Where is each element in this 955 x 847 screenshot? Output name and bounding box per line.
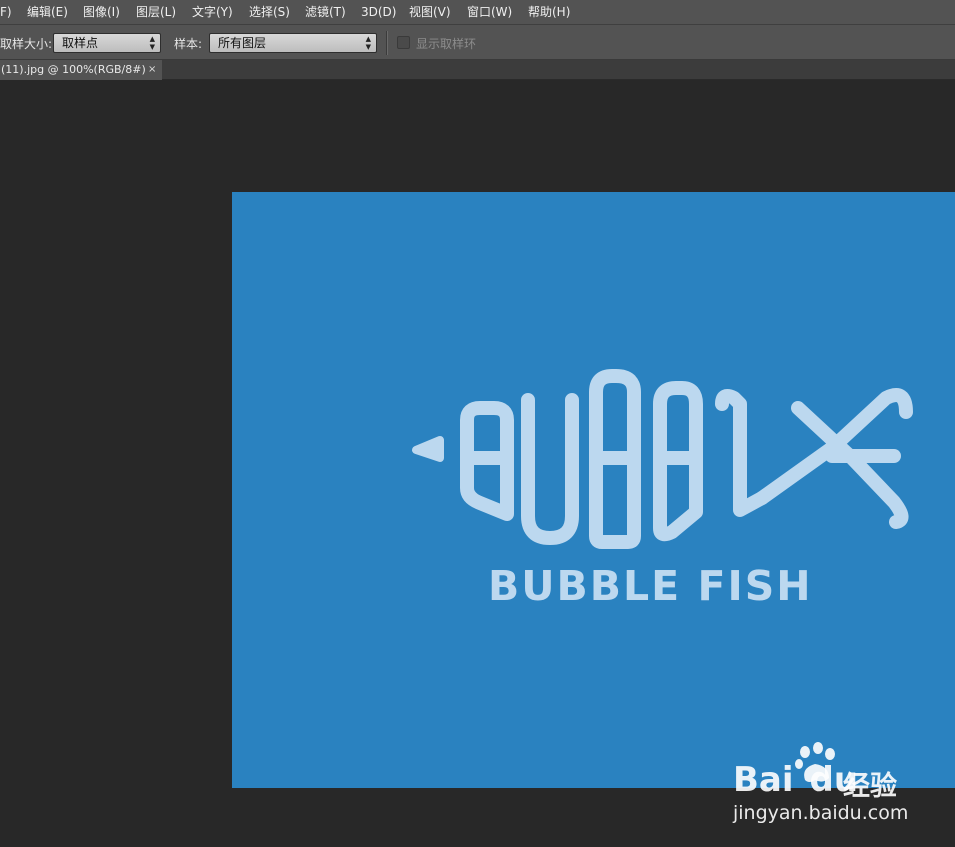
sample-value: 所有图层	[218, 36, 267, 50]
menu-layer[interactable]: 图层(L)	[136, 0, 192, 24]
document-tab[interactable]: (11).jpg @ 100%(RGB/8#) ×	[0, 60, 162, 80]
watermark-brand-prefix: Bai	[733, 760, 794, 800]
sample-size-select[interactable]: 取样点 ▲ ▼	[53, 33, 161, 53]
sample-select[interactable]: 所有图层 ▲ ▼	[209, 33, 377, 53]
menu-view[interactable]: 视图(V)	[409, 0, 467, 24]
menu-help[interactable]: 帮助(H)	[528, 0, 588, 24]
menu-bar: F) 编辑(E) 图像(I) 图层(L) 文字(Y) 选择(S) 滤镜(T) 3…	[0, 0, 955, 24]
sample-size-label: 取样大小:	[0, 37, 53, 51]
options-divider	[386, 31, 387, 55]
watermark-product: 经验	[843, 771, 897, 802]
baidu-paw-icon	[795, 742, 835, 782]
menu-select[interactable]: 选择(S)	[249, 0, 305, 24]
menu-window[interactable]: 窗口(W)	[467, 0, 528, 24]
close-icon[interactable]: ×	[148, 60, 156, 80]
updown-arrows-icon: ▲ ▼	[365, 35, 371, 51]
document-image[interactable]: BUBBLE FISH	[232, 192, 955, 788]
sample-size-value: 取样点	[62, 36, 99, 50]
document-tab-strip: (11).jpg @ 100%(RGB/8#) ×	[0, 60, 955, 80]
brand-text: BUBBLE FISH	[488, 562, 813, 610]
show-ring-label: 显示取样环	[416, 37, 477, 51]
updown-arrows-icon: ▲ ▼	[149, 35, 155, 51]
menu-3d[interactable]: 3D(D)	[361, 0, 409, 24]
menu-filter[interactable]: 滤镜(T)	[305, 0, 361, 24]
sample-label: 样本:	[174, 37, 203, 51]
document-tab-title: (11).jpg @ 100%(RGB/8#)	[1, 63, 146, 76]
watermark-url: jingyan.baidu.com	[733, 802, 909, 824]
menu-edit[interactable]: 编辑(E)	[27, 0, 83, 24]
menu-image[interactable]: 图像(I)	[83, 0, 136, 24]
show-ring-checkbox[interactable]	[397, 36, 410, 49]
baidu-jingyan-watermark: Bai du 经验 jingyan.baidu.com	[733, 740, 948, 830]
menu-file[interactable]: F)	[0, 0, 24, 24]
options-bar: 取样大小: 取样点 ▲ ▼ 样本: 所有图层 ▲ ▼ 显示取样环	[0, 24, 955, 60]
menu-type[interactable]: 文字(Y)	[192, 0, 249, 24]
bubble-fish-logo	[412, 369, 913, 549]
